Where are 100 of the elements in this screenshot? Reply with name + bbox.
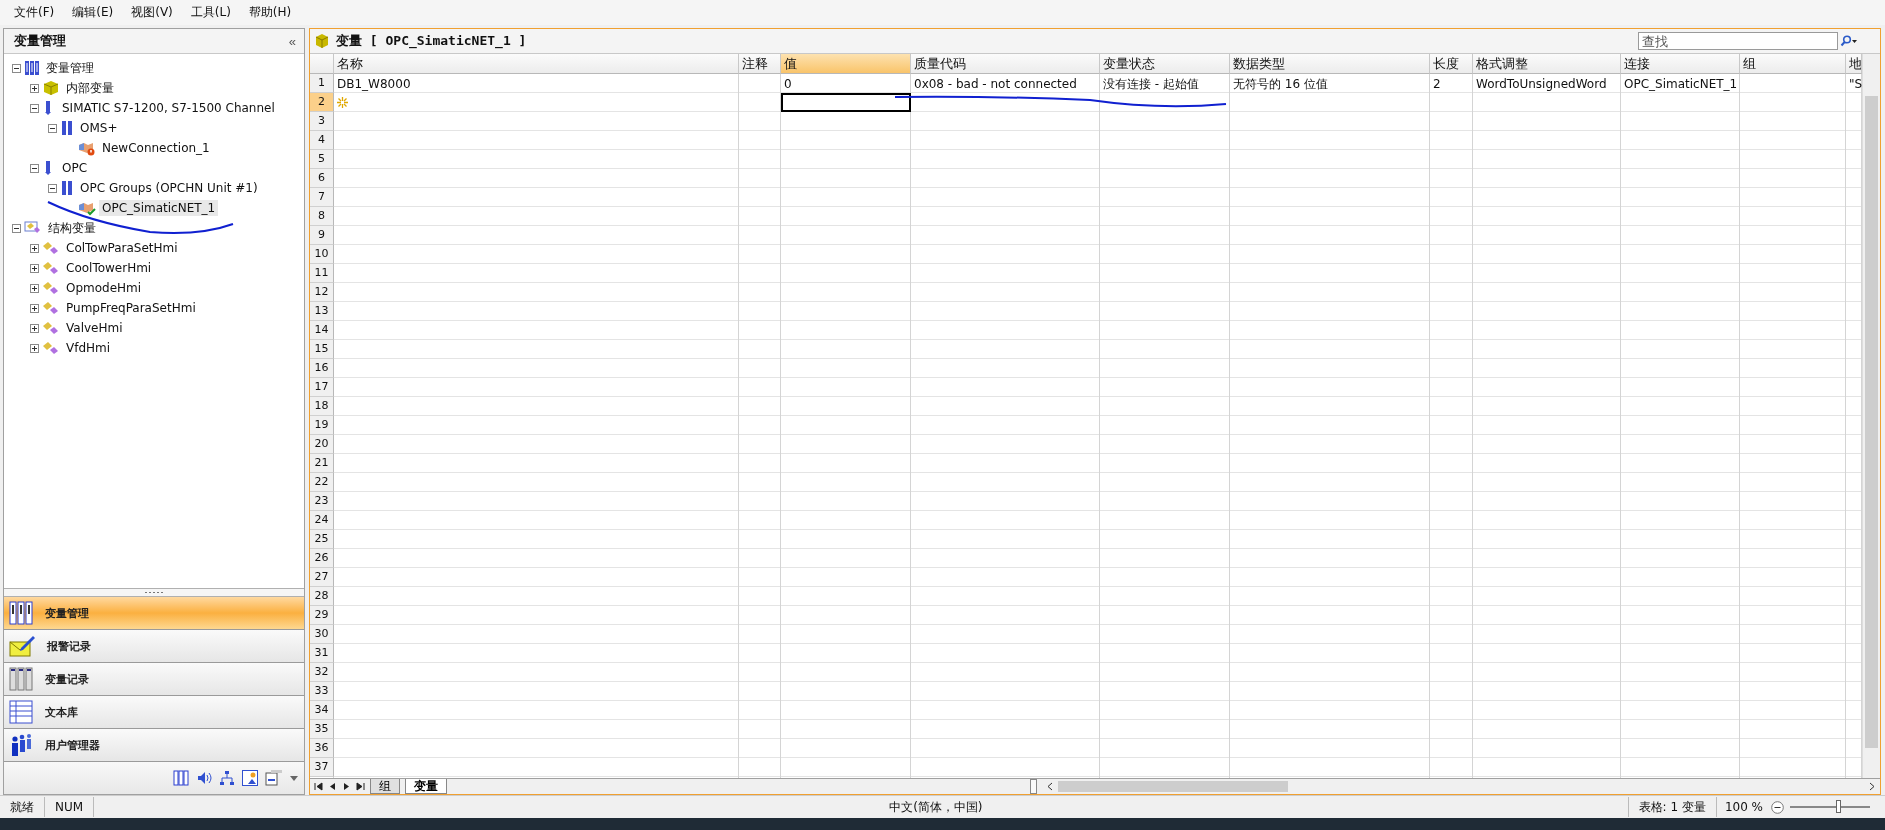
tree-item[interactable]: OPC (59, 160, 91, 176)
column-header[interactable]: 名称 (334, 54, 739, 74)
row-number[interactable]: 6 (310, 169, 334, 188)
row-number[interactable]: 23 (310, 492, 334, 511)
picture-list-icon[interactable] (242, 770, 258, 786)
tree-item[interactable]: PumpFreqParaSetHmi (63, 300, 199, 316)
menu-item[interactable]: 文件(F) (6, 2, 63, 23)
dropdown-icon[interactable] (290, 775, 298, 781)
row-number[interactable]: 10 (310, 245, 334, 264)
row-number[interactable]: 28 (310, 587, 334, 606)
column-header[interactable]: 格式调整 (1473, 54, 1621, 74)
document-icon[interactable] (265, 770, 283, 786)
first-sheet-icon[interactable] (314, 782, 323, 791)
collapse-icon[interactable] (12, 63, 21, 73)
collapse-button[interactable]: « (286, 33, 298, 49)
next-sheet-icon[interactable] (342, 782, 351, 791)
nav-item[interactable]: 变量管理 (4, 597, 304, 630)
row-number[interactable]: 12 (310, 283, 334, 302)
column-header[interactable]: 注释 (739, 54, 781, 74)
sheet-tab[interactable]: 组 (370, 779, 400, 794)
expand-icon[interactable] (30, 263, 39, 273)
row-number[interactable]: 37 (310, 758, 334, 777)
vertical-scrollbar[interactable] (1862, 54, 1880, 778)
row-number[interactable]: 14 (310, 321, 334, 340)
expand-icon[interactable] (30, 243, 39, 253)
row-number[interactable]: 27 (310, 568, 334, 587)
tree-item[interactable]: OPC Groups (OPCHN Unit #1) (77, 180, 261, 196)
column-header[interactable]: 地 (1846, 54, 1862, 74)
row-number[interactable]: 29 (310, 606, 334, 625)
nav-item[interactable]: 报警记录 (4, 630, 304, 663)
zoom-out-icon[interactable] (1771, 800, 1784, 814)
last-sheet-icon[interactable] (356, 782, 365, 791)
row-number[interactable]: 35 (310, 720, 334, 739)
tree-item[interactable]: NewConnection_1 (99, 140, 213, 156)
row-number[interactable]: 21 (310, 454, 334, 473)
menu-item[interactable]: 帮助(H) (240, 2, 300, 23)
tree-item[interactable]: OPC_SimaticNET_1 (99, 200, 219, 216)
row-number[interactable]: 36 (310, 739, 334, 758)
row-number[interactable]: 11 (310, 264, 334, 283)
row-number[interactable]: 3 (310, 112, 334, 131)
sheet-tab[interactable]: 变量 (405, 779, 447, 794)
hierarchy-icon[interactable] (219, 770, 235, 786)
tree-item[interactable]: VfdHmi (63, 340, 114, 356)
tree-item[interactable]: 结构变量 (45, 218, 99, 238)
column-header[interactable]: 值 (781, 54, 911, 74)
nav-item[interactable]: 变量记录 (4, 663, 304, 696)
row-number[interactable]: 33 (310, 682, 334, 701)
tree-item[interactable]: ValveHmi (63, 320, 126, 336)
column-header[interactable]: 变量状态 (1100, 54, 1230, 74)
previous-sheet-icon[interactable] (328, 782, 337, 791)
collapse-icon[interactable] (48, 183, 57, 193)
scroll-right-icon[interactable] (1868, 782, 1876, 791)
column-header[interactable]: 连接 (1621, 54, 1740, 74)
row-number[interactable]: 4 (310, 131, 334, 150)
row-number[interactable]: 26 (310, 549, 334, 568)
zoom-slider[interactable] (1836, 800, 1841, 813)
tree-item[interactable]: ColTowParaSetHmi (63, 240, 181, 256)
row-number[interactable]: 9 (310, 226, 334, 245)
column-header[interactable]: 长度 (1430, 54, 1473, 74)
collapse-icon[interactable] (30, 163, 39, 173)
row-number[interactable]: 15 (310, 340, 334, 359)
row-number[interactable]: 25 (310, 530, 334, 549)
row-number[interactable]: 22 (310, 473, 334, 492)
nav-item[interactable]: 文本库 (4, 696, 304, 729)
nav-item[interactable]: 用户管理器 (4, 729, 304, 762)
row-number[interactable]: 1 (310, 74, 334, 93)
tree-item[interactable]: CoolTowerHmi (63, 260, 155, 276)
tree-item[interactable]: OMS+ (77, 120, 121, 136)
row-number[interactable]: 13 (310, 302, 334, 321)
expand-icon[interactable] (30, 303, 39, 313)
row-number[interactable]: 32 (310, 663, 334, 682)
menu-item[interactable]: 编辑(E) (64, 2, 122, 23)
row-number[interactable]: 5 (310, 150, 334, 169)
row-number[interactable]: 17 (310, 378, 334, 397)
tree-item[interactable]: 变量管理 (43, 58, 97, 78)
speaker-icon[interactable] (196, 770, 212, 786)
row-number[interactable]: 31 (310, 644, 334, 663)
selected-cell[interactable] (781, 93, 911, 112)
tree-item[interactable]: OpmodeHmi (63, 280, 145, 296)
row-number[interactable]: 30 (310, 625, 334, 644)
binders-icon[interactable] (173, 770, 189, 786)
expand-icon[interactable] (30, 343, 39, 353)
grip-icon[interactable] (144, 591, 164, 594)
expand-icon[interactable] (30, 323, 39, 333)
column-header[interactable]: 组 (1740, 54, 1846, 74)
collapse-icon[interactable] (48, 123, 57, 133)
row-number[interactable]: 18 (310, 397, 334, 416)
row-number[interactable]: 7 (310, 188, 334, 207)
row-number[interactable]: 20 (310, 435, 334, 454)
menu-item[interactable]: 视图(V) (123, 2, 181, 23)
search-icon[interactable] (1840, 35, 1858, 47)
row-number[interactable]: 2 (310, 93, 334, 112)
expand-icon[interactable] (30, 83, 39, 93)
tree-item[interactable]: 内部变量 (63, 78, 117, 98)
collapse-icon[interactable] (30, 103, 39, 113)
column-header[interactable]: 数据类型 (1230, 54, 1430, 74)
column-header[interactable]: 质量代码 (911, 54, 1100, 74)
row-number[interactable]: 16 (310, 359, 334, 378)
tree-item[interactable]: SIMATIC S7-1200, S7-1500 Channel (59, 100, 278, 116)
expand-icon[interactable] (30, 283, 39, 293)
